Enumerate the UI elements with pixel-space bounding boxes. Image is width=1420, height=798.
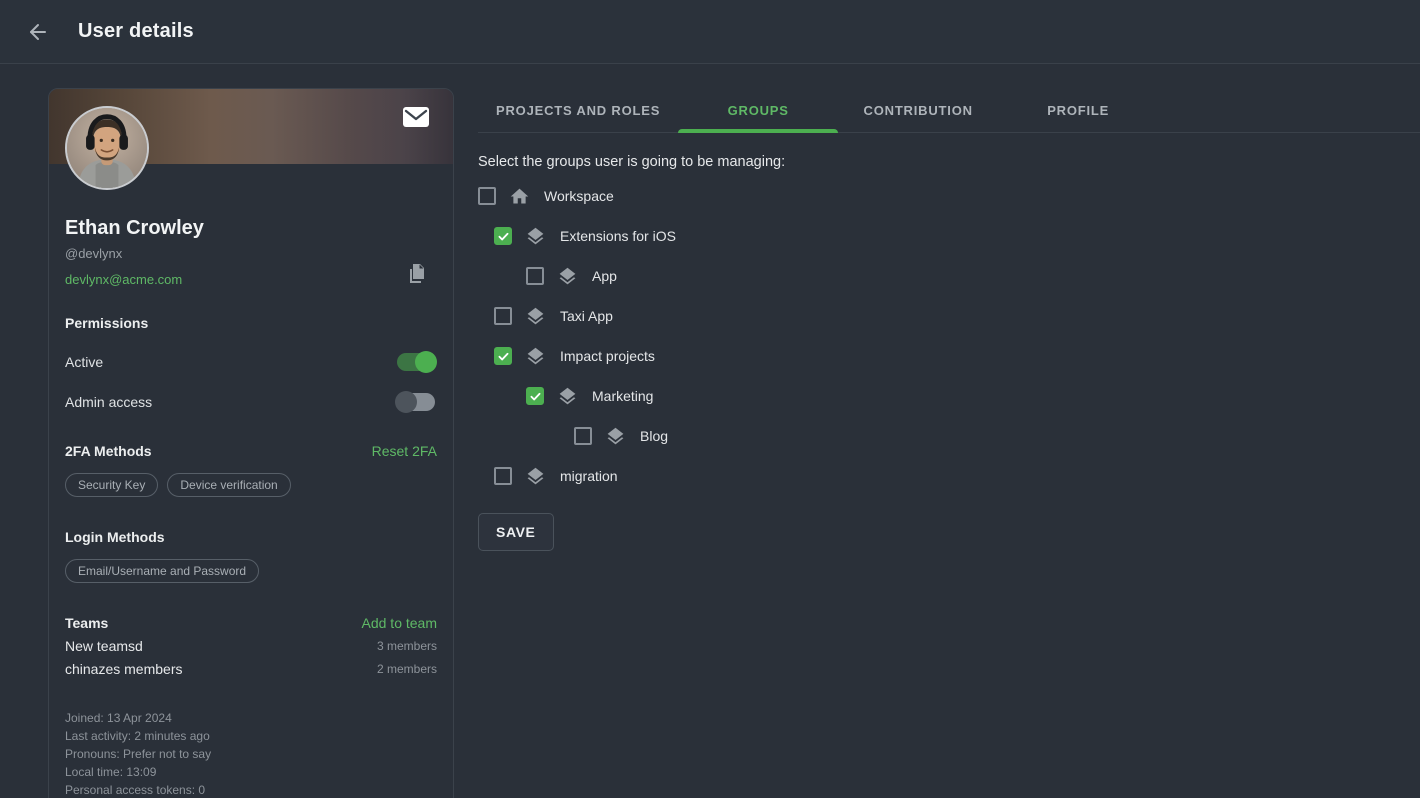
- checkbox-marketing[interactable]: [526, 387, 544, 405]
- save-button[interactable]: SAVE: [478, 513, 554, 551]
- toggle-knob: [395, 391, 417, 413]
- twofa-method-chip: Device verification: [167, 473, 290, 497]
- tab-groups[interactable]: GROUPS: [678, 88, 838, 133]
- tab-contribution[interactable]: CONTRIBUTION: [838, 88, 998, 133]
- layers-icon: [557, 386, 578, 407]
- arrow-left-icon: [26, 20, 50, 44]
- meta-last-activity: Last activity: 2 minutes ago: [65, 727, 437, 745]
- permission-row-active: Active: [65, 353, 437, 371]
- profile-card: Ethan Crowley @devlynx devlynx@acme.com …: [48, 88, 454, 798]
- team-row: chinazes members 2 members: [65, 661, 437, 677]
- user-email-link[interactable]: devlynx@acme.com: [65, 272, 182, 287]
- envelope-icon: [403, 107, 429, 127]
- back-button[interactable]: [24, 18, 52, 46]
- tree-label: Extensions for iOS: [560, 228, 676, 244]
- tree-label: Impact projects: [560, 348, 655, 364]
- copy-icon: [405, 261, 429, 287]
- layers-icon: [525, 226, 546, 247]
- checkbox-blog[interactable]: [574, 427, 592, 445]
- groups-instruction: Select the groups user is going to be ma…: [478, 154, 1420, 170]
- reset-2fa-link[interactable]: Reset 2FA: [372, 443, 437, 459]
- tab-projects-and-roles[interactable]: PROJECTS AND ROLES: [478, 88, 678, 133]
- tree-row-blog: Blog: [574, 416, 1420, 456]
- permission-row-admin: Admin access: [65, 393, 437, 411]
- login-method-chip: Email/Username and Password: [65, 559, 259, 583]
- checkbox-app[interactable]: [526, 267, 544, 285]
- team-row: New teamsd 3 members: [65, 638, 437, 654]
- add-to-team-link[interactable]: Add to team: [362, 615, 438, 631]
- tree-row-extensions-for-ios: Extensions for iOS: [494, 216, 1420, 256]
- toggle-knob: [415, 351, 437, 373]
- user-name: Ethan Crowley: [65, 217, 437, 240]
- checkbox-migration[interactable]: [494, 467, 512, 485]
- tree-row-impact-projects: Impact projects: [494, 336, 1420, 376]
- login-methods-title: Login Methods: [65, 529, 437, 545]
- team-name: New teamsd: [65, 638, 143, 654]
- meta-access-tokens: Personal access tokens: 0: [65, 781, 437, 798]
- tab-bar: PROJECTS AND ROLES GROUPS CONTRIBUTION P…: [478, 88, 1420, 133]
- toggle-label-admin-access: Admin access: [65, 394, 152, 410]
- layers-icon: [605, 426, 626, 447]
- teams-title: Teams: [65, 615, 108, 631]
- twofa-title: 2FA Methods: [65, 443, 152, 459]
- checkbox-extensions-for-ios[interactable]: [494, 227, 512, 245]
- tree-label: Taxi App: [560, 308, 613, 324]
- tab-profile[interactable]: PROFILE: [998, 88, 1158, 133]
- top-bar: User details: [0, 0, 1420, 64]
- permissions-title: Permissions: [65, 315, 437, 331]
- home-icon: [509, 186, 530, 207]
- tree-row-taxi-app: Taxi App: [494, 296, 1420, 336]
- page-title: User details: [78, 20, 194, 43]
- meta-pronouns: Pronouns: Prefer not to say: [65, 745, 437, 763]
- twofa-method-chip: Security Key: [65, 473, 158, 497]
- checkbox-taxi-app[interactable]: [494, 307, 512, 325]
- tree-row-migration: migration: [494, 456, 1420, 496]
- user-meta: Joined: 13 Apr 2024 Last activity: 2 min…: [65, 709, 437, 798]
- main-panel: PROJECTS AND ROLES GROUPS CONTRIBUTION P…: [478, 88, 1420, 551]
- tree-label: Blog: [640, 428, 668, 444]
- tree-row-workspace: Workspace: [478, 176, 1420, 216]
- layers-icon: [525, 306, 546, 327]
- user-handle: @devlynx: [65, 246, 437, 261]
- layers-icon: [525, 466, 546, 487]
- active-toggle[interactable]: [397, 353, 435, 371]
- team-members-count: 2 members: [377, 662, 437, 676]
- checkbox-impact-projects[interactable]: [494, 347, 512, 365]
- meta-local-time: Local time: 13:09: [65, 763, 437, 781]
- tree-label: migration: [560, 468, 618, 484]
- avatar: [65, 106, 149, 190]
- meta-joined: Joined: 13 Apr 2024: [65, 709, 437, 727]
- tree-row-marketing: Marketing: [526, 376, 1420, 416]
- copy-email-button[interactable]: [405, 261, 429, 287]
- admin-access-toggle[interactable]: [397, 393, 435, 411]
- layers-icon: [525, 346, 546, 367]
- tree-label: App: [592, 268, 617, 284]
- checkbox-workspace[interactable]: [478, 187, 496, 205]
- team-members-count: 3 members: [377, 639, 437, 653]
- send-email-button[interactable]: [403, 107, 429, 127]
- tree-label: Workspace: [544, 188, 614, 204]
- groups-tree: Workspace Extensions for iOS App: [478, 176, 1420, 496]
- toggle-label-active: Active: [65, 354, 103, 370]
- tree-row-app: App: [526, 256, 1420, 296]
- layers-icon: [557, 266, 578, 287]
- team-name: chinazes members: [65, 661, 183, 677]
- tree-label: Marketing: [592, 388, 653, 404]
